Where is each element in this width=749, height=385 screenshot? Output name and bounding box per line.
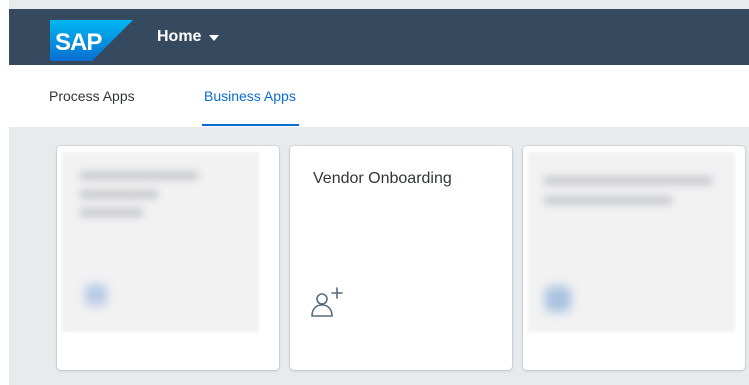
- home-label: Home: [157, 28, 202, 45]
- sap-logo-text: SAP: [55, 29, 102, 56]
- tab-process-apps[interactable]: Process Apps: [49, 65, 135, 127]
- app-tile-blurred-2[interactable]: [523, 146, 745, 370]
- blurred-text-line: [79, 190, 159, 199]
- tab-bar: Process Apps Business Apps: [9, 65, 749, 127]
- app-tile-blurred-1[interactable]: [57, 146, 279, 370]
- blurred-text-line: [543, 196, 673, 205]
- shell-header: SAP Home: [9, 9, 749, 65]
- app-tile-vendor-onboarding[interactable]: Vendor Onboarding: [290, 146, 512, 370]
- sap-logo[interactable]: SAP: [50, 20, 133, 61]
- add-person-icon: [311, 287, 343, 317]
- blurred-icon: [85, 284, 107, 306]
- caret-down-icon: [209, 35, 220, 41]
- blurred-text-line: [79, 171, 199, 180]
- blurred-text-line: [79, 208, 144, 217]
- blurred-text-line: [543, 176, 713, 185]
- page: SAP Home Process Apps Business Apps Vend…: [0, 0, 749, 385]
- left-gutter: [0, 0, 9, 385]
- home-menu-button[interactable]: Home: [157, 9, 220, 65]
- blurred-icon: [545, 286, 571, 312]
- tile-title: Vendor Onboarding: [313, 170, 452, 187]
- tab-business-apps[interactable]: Business Apps: [202, 65, 299, 127]
